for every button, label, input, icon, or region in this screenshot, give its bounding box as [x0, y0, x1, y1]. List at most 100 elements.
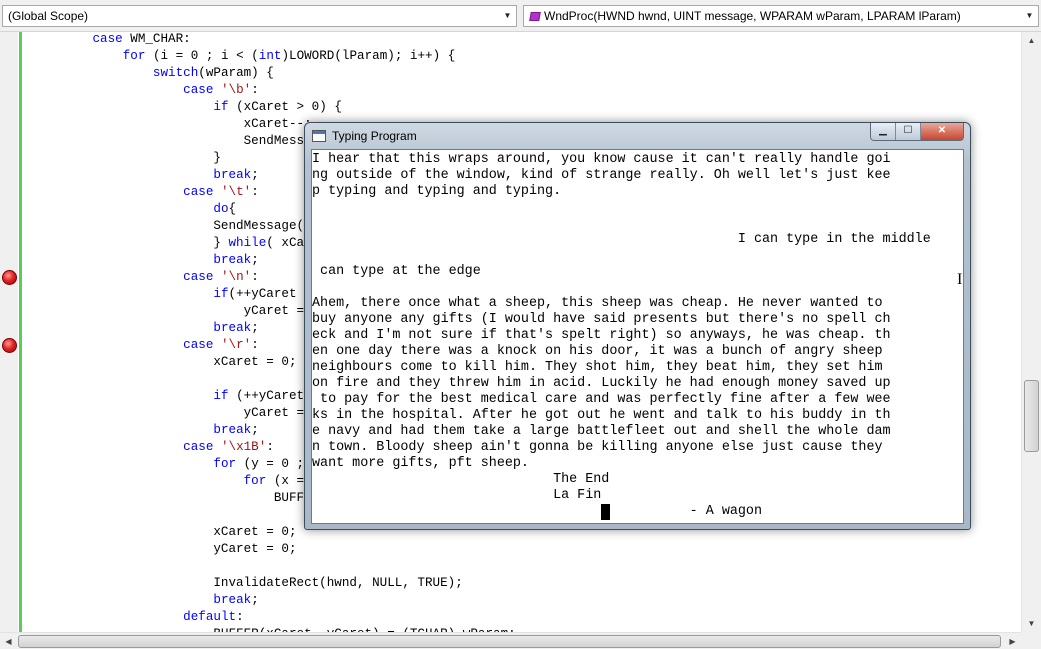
- code-string: '\x1B': [220, 440, 267, 454]
- function-dropdown-value: WndProc(HWND hwnd, UINT message, WPARAM …: [544, 9, 961, 23]
- code-keyword: case: [183, 185, 214, 199]
- scroll-right-icon[interactable]: ▶: [1004, 633, 1021, 649]
- typed-text-line: Ahem, there once what a sheep, this shee…: [312, 296, 883, 311]
- code-line[interactable]: switch(wParam) {: [32, 65, 576, 82]
- code-string: '\n': [220, 270, 252, 284]
- code-token: ;: [251, 321, 259, 335]
- code-keyword: do: [213, 202, 229, 216]
- breakpoint-margin[interactable]: [0, 32, 18, 632]
- code-keyword: switch: [152, 66, 199, 80]
- scope-dropdown[interactable]: (Global Scope) ▼: [2, 5, 517, 27]
- code-line[interactable]: for (i = 0 ; i < (int)LOWORD(lParam); i+…: [32, 48, 576, 65]
- code-token: :: [251, 83, 259, 97]
- window-title: Typing Program: [332, 129, 417, 143]
- breakpoint-icon[interactable]: [2, 338, 17, 353]
- maximize-button[interactable]: ☐: [896, 123, 921, 140]
- minimize-button[interactable]: ▁: [871, 123, 896, 140]
- code-token: }: [32, 236, 229, 250]
- breakpoint-icon[interactable]: [2, 270, 17, 285]
- code-token: (wParam) {: [198, 66, 274, 80]
- code-token: ;: [251, 593, 259, 607]
- change-tracking-bar: [19, 32, 22, 632]
- code-token: ;: [251, 253, 259, 267]
- scroll-up-icon[interactable]: ▲: [1023, 32, 1040, 49]
- code-line[interactable]: if (xCaret > 0) {: [32, 99, 576, 116]
- typed-text-line: I hear that this wraps around, you know …: [312, 152, 891, 167]
- method-icon: [529, 12, 541, 22]
- horizontal-scroll-thumb[interactable]: [18, 635, 1001, 648]
- typed-text-line: La Fin: [312, 488, 602, 503]
- vertical-scrollbar[interactable]: ▲ ▼: [1021, 32, 1041, 632]
- code-keyword: break: [213, 253, 252, 267]
- horizontal-scrollbar[interactable]: ◀ ▶: [0, 632, 1021, 649]
- code-token: yCaret = 0;: [32, 542, 297, 556]
- typed-text-line: to pay for the best medical care and was…: [312, 392, 891, 407]
- code-token: xCaret = 0;: [32, 355, 297, 369]
- typing-area[interactable]: I I hear that this wraps around, you kno…: [311, 149, 964, 524]
- code-string: '\r': [220, 338, 252, 352]
- typed-text-line: can type at the edge: [312, 264, 481, 279]
- code-token: (i = 0 ; i < (: [145, 49, 259, 63]
- code-token: (xCaret > 0) {: [228, 100, 342, 114]
- code-string: '\b': [220, 83, 252, 97]
- code-token: :: [251, 338, 259, 352]
- chevron-down-icon[interactable]: ▼: [1021, 6, 1038, 26]
- close-button[interactable]: ✕: [921, 123, 963, 140]
- code-line[interactable]: case '\b':: [32, 82, 576, 99]
- code-line[interactable]: [32, 558, 576, 575]
- typed-text-line: want more gifts, pft sheep.: [312, 456, 529, 471]
- chevron-down-icon[interactable]: ▼: [499, 6, 516, 26]
- code-line[interactable]: InvalidateRect(hwnd, NULL, TRUE);: [32, 575, 576, 592]
- typed-text-line: ks in the hospital. After he got out he …: [312, 408, 891, 423]
- code-line[interactable]: break;: [32, 592, 576, 609]
- scroll-left-icon[interactable]: ◀: [0, 633, 17, 649]
- code-keyword: for: [243, 474, 267, 488]
- code-line[interactable]: default:: [32, 609, 576, 626]
- code-keyword: if: [213, 100, 229, 114]
- code-keyword: default: [183, 610, 237, 624]
- code-token: :: [251, 270, 259, 284]
- scroll-down-icon[interactable]: ▼: [1023, 615, 1040, 632]
- code-keyword: break: [213, 168, 252, 182]
- navigation-bar: (Global Scope) ▼ WndProc(HWND hwnd, UINT…: [0, 0, 1041, 32]
- code-token: {: [228, 202, 237, 216]
- code-token: WM_CHAR:: [122, 32, 191, 46]
- window-icon[interactable]: [312, 130, 326, 142]
- code-keyword: break: [213, 321, 252, 335]
- typed-text-line: neighbours come to kill him. They shot h…: [312, 360, 883, 375]
- typed-text-line: I can type in the middle: [312, 232, 931, 247]
- typed-text-line: ng outside of the window, kind of strang…: [312, 168, 891, 183]
- code-token: xCaret = 0;: [32, 525, 297, 539]
- code-line[interactable]: case WM_CHAR:: [32, 32, 576, 48]
- code-keyword: if: [213, 389, 229, 403]
- typing-program-window[interactable]: Typing Program ▁ ☐ ✕ I I hear that this …: [304, 122, 971, 530]
- code-line[interactable]: yCaret = 0;: [32, 541, 576, 558]
- function-dropdown[interactable]: WndProc(HWND hwnd, UINT message, WPARAM …: [523, 5, 1039, 27]
- scope-dropdown-value: (Global Scope): [8, 9, 89, 23]
- typed-text-line: n town. Bloody sheep ain't gonna be kill…: [312, 440, 883, 455]
- vertical-scroll-thumb[interactable]: [1024, 380, 1039, 452]
- code-keyword: case: [183, 270, 214, 284]
- code-token: InvalidateRect(hwnd, NULL, TRUE);: [32, 576, 463, 590]
- typed-text-line: eck and I'm not sure if that's spelt rig…: [312, 328, 891, 343]
- code-keyword: case: [183, 338, 214, 352]
- code-token: yCaret = 0;: [32, 304, 327, 318]
- code-keyword: case: [183, 440, 214, 454]
- code-keyword: while: [228, 236, 267, 250]
- code-keyword: case: [92, 32, 123, 46]
